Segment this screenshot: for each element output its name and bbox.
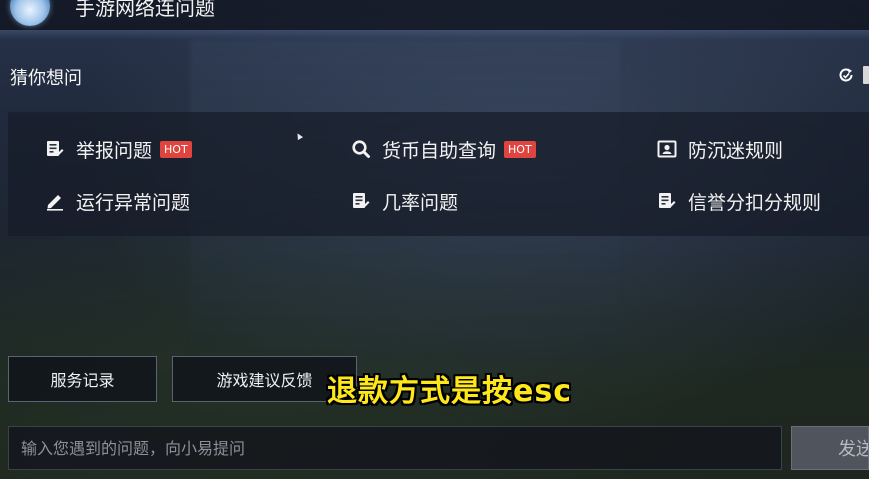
question-label: 几率问题 xyxy=(382,191,459,214)
question-item[interactable]: 货币自助查询 HOT xyxy=(350,136,536,162)
question-label: 运行异常问题 xyxy=(76,191,191,214)
search-icon xyxy=(350,138,372,160)
question-item[interactable]: 几率问题 xyxy=(350,188,458,214)
question-item[interactable]: 运行异常问题 xyxy=(44,188,190,214)
question-label: 信誉分扣分规则 xyxy=(688,191,822,214)
hot-badge: HOT xyxy=(504,140,536,158)
change-batch-button[interactable] xyxy=(863,66,869,84)
title-bar: 手游网络连问题 xyxy=(0,0,869,30)
pencil-icon xyxy=(44,190,66,212)
report-doc-icon xyxy=(44,138,66,160)
question-item[interactable]: 防沉迷规则 xyxy=(656,136,783,162)
doc-edit-icon xyxy=(656,190,678,212)
video-subtitle: 退款方式是按esc xyxy=(327,374,572,409)
question-item[interactable]: 举报问题 HOT xyxy=(44,136,192,162)
question-label: 货币自助查询 xyxy=(382,139,497,162)
doc-edit-icon xyxy=(350,190,372,212)
section-title: 猜你想问 xyxy=(10,68,82,89)
question-label: 防沉迷规则 xyxy=(688,139,784,162)
question-input[interactable] xyxy=(8,426,782,470)
id-card-icon xyxy=(656,138,678,160)
app-logo-icon xyxy=(10,0,50,26)
service-record-button[interactable]: 服务记录 xyxy=(8,356,157,402)
refresh-icon[interactable] xyxy=(837,66,855,84)
question-label: 举报问题 xyxy=(76,139,153,162)
send-button[interactable]: 发送 xyxy=(791,426,869,470)
window-title: 手游网络连问题 xyxy=(75,0,215,20)
question-item[interactable]: 信誉分扣分规则 xyxy=(656,188,821,214)
hot-badge: HOT xyxy=(160,140,192,158)
suggested-questions-panel: 举报问题 HOT 货币自助查询 HOT 防沉迷规则 运行异常问题 几率问题 信誉… xyxy=(8,112,869,236)
title-bar-glow xyxy=(0,30,869,40)
